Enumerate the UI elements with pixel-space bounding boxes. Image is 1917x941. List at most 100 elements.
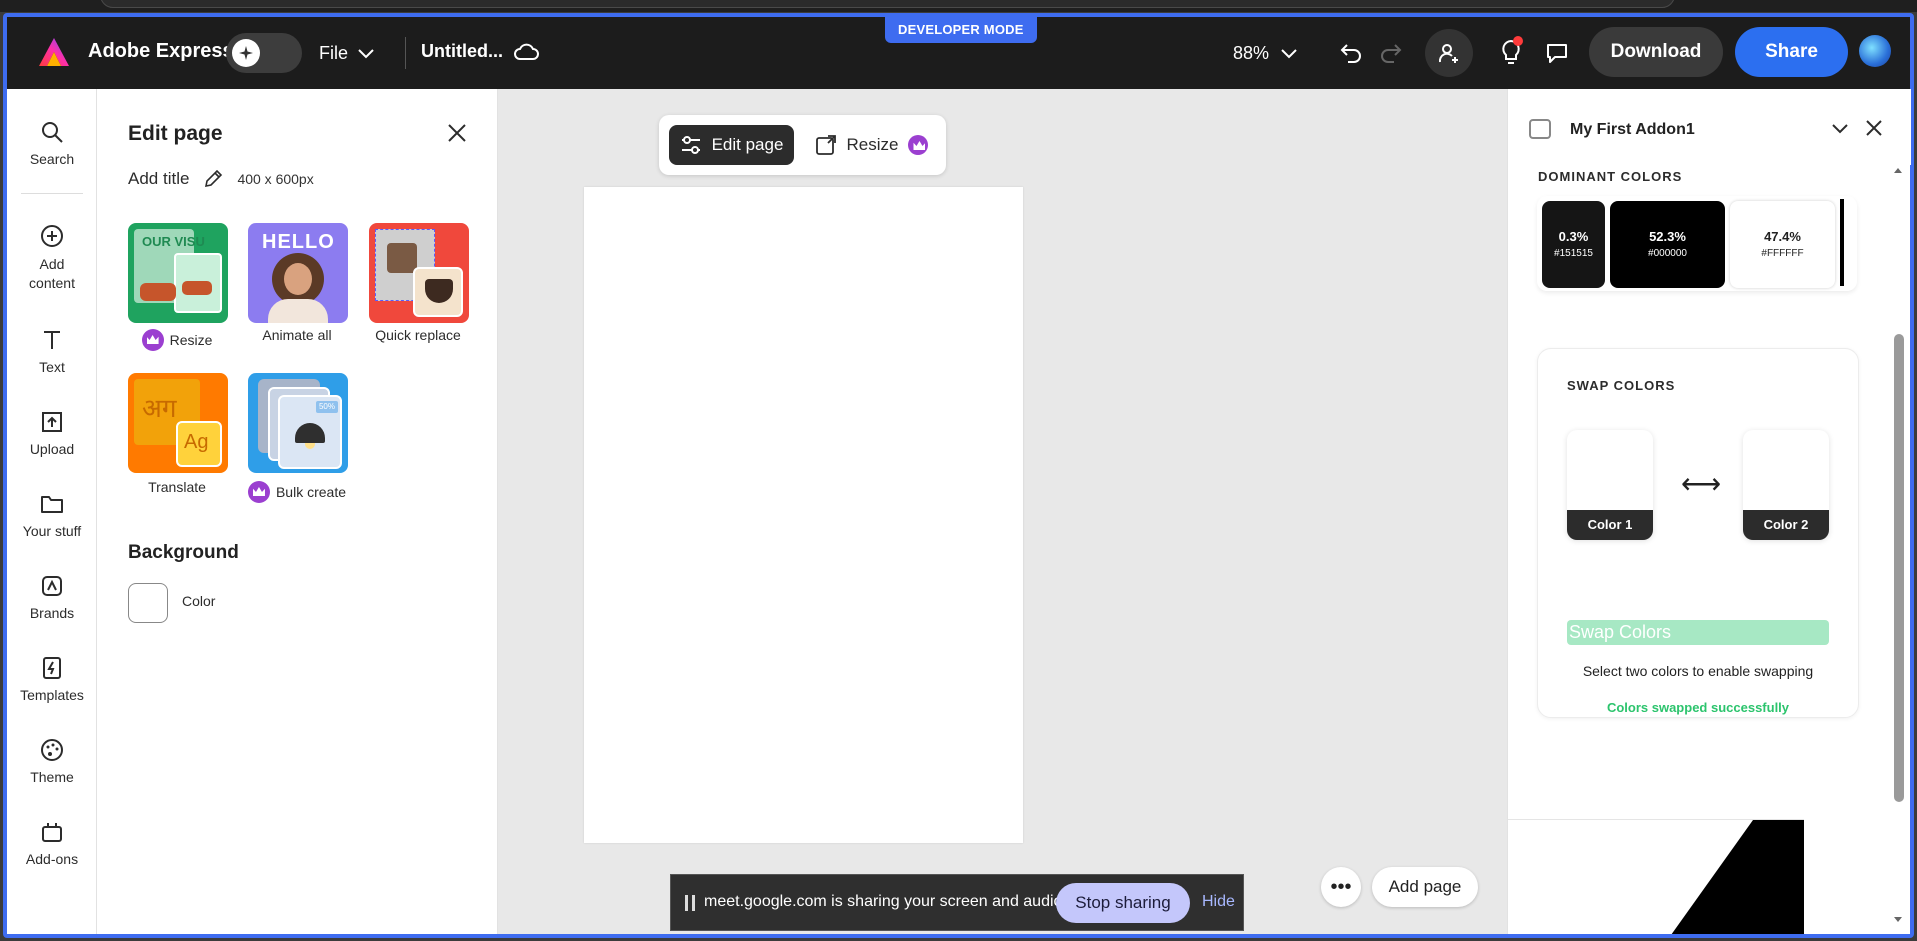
user-add-icon	[1438, 44, 1458, 63]
swap-colors-button[interactable]: Swap Colors	[1567, 620, 1829, 645]
ai-mode-toggle[interactable]	[226, 33, 302, 73]
swap-hint-text: Select two colors to enable swapping	[1582, 663, 1814, 679]
page-dimensions: 400 x 600px	[237, 171, 314, 187]
share-message: meet.google.com is sharing your screen a…	[704, 893, 1067, 910]
rail-add-content[interactable]: Add content	[7, 223, 97, 293]
premium-crown-icon	[247, 481, 270, 503]
rail-label: Theme	[30, 769, 74, 785]
templates-icon	[43, 657, 61, 679]
zoom-control[interactable]: 88%	[1233, 43, 1297, 64]
color-2-label: Color 2	[1743, 510, 1829, 540]
undo-icon[interactable]	[1337, 39, 1365, 67]
browser-address-bar[interactable]	[100, 0, 1675, 8]
chevron-down-icon[interactable]	[1829, 117, 1851, 139]
canvas-toolbar: Edit page Resize	[659, 115, 946, 175]
rail-your-stuff[interactable]: Your stuff	[7, 491, 97, 539]
dominant-colors-heading: DOMINANT COLORS	[1538, 169, 1683, 184]
design-page[interactable]	[584, 187, 1023, 843]
sparkle-icon	[232, 39, 260, 67]
preview-shape	[1671, 820, 1804, 934]
swatch-percent: 0.3%	[1558, 229, 1589, 244]
rail-label: Brands	[29, 605, 75, 621]
redo-icon[interactable]	[1377, 39, 1405, 67]
rail-text[interactable]: Text	[7, 327, 97, 375]
topbar-divider	[405, 37, 406, 69]
color-swatch[interactable]: 0.3% #151515	[1542, 201, 1605, 288]
developer-mode-badge: DEVELOPER MODE	[885, 17, 1037, 43]
add-page-button[interactable]: Add page	[1372, 867, 1478, 907]
document-title[interactable]: Untitled...	[421, 41, 539, 62]
translate-tile[interactable]: अग Ag	[128, 373, 228, 473]
edit-page-button[interactable]: Edit page	[669, 125, 794, 165]
chevron-down-icon	[1281, 48, 1297, 58]
latin-text: Ag	[184, 431, 209, 453]
search-icon	[42, 122, 63, 143]
addon-icon	[1529, 119, 1551, 139]
resize-tile-label: Resize	[107, 329, 247, 351]
quick-replace-tile[interactable]	[369, 223, 469, 323]
premium-crown-icon	[141, 329, 164, 351]
edit-page-panel: Edit page Add title 400 x 600px OUR VISU…	[97, 89, 498, 934]
close-icon[interactable]	[1863, 117, 1885, 139]
color-swatch[interactable]: 52.3% #000000	[1610, 201, 1725, 288]
resize-label: Resize	[846, 135, 899, 154]
resize-art-text: OUR VISU	[142, 234, 205, 249]
comment-icon[interactable]	[1543, 39, 1571, 67]
rail-brands[interactable]: Brands	[7, 573, 97, 621]
background-color-swatch[interactable]	[128, 583, 168, 623]
rail-add-ons[interactable]: Add-ons	[7, 819, 97, 867]
file-menu[interactable]: File	[319, 43, 374, 64]
close-icon[interactable]	[446, 122, 468, 144]
canvas-area: Edit page Resize ••• Add page meet.googl…	[498, 89, 1507, 934]
hide-button[interactable]: Hide	[1202, 893, 1235, 911]
rail-label: Your stuff	[22, 523, 82, 539]
stop-sharing-button[interactable]: Stop sharing	[1056, 883, 1190, 923]
invite-collaborators-button[interactable]	[1425, 29, 1473, 77]
lightbulb-icon[interactable]	[1495, 35, 1527, 67]
scrollbar-thumb[interactable]	[1894, 334, 1904, 802]
addon-title: My First Addon1	[1570, 121, 1695, 138]
left-rail: Search Add content Text Upload Your stuf…	[7, 89, 97, 934]
color-swatch[interactable]: 47.4% #FFFFFF	[1730, 201, 1835, 288]
swatch-percent: 52.3%	[1649, 229, 1686, 244]
avatar[interactable]	[1859, 35, 1891, 67]
resize-tile[interactable]: OUR VISU	[128, 223, 228, 323]
rail-search[interactable]: Search	[7, 119, 97, 167]
swatch-hex: #FFFFFF	[1761, 248, 1804, 259]
document-title-text: Untitled...	[421, 41, 503, 61]
download-button[interactable]: Download	[1589, 27, 1723, 77]
quick-replace-tile-label: Quick replace	[348, 327, 488, 343]
addon-panel-header: My First Addon1	[1508, 89, 1911, 165]
rail-theme[interactable]: Theme	[7, 737, 97, 785]
share-button[interactable]: Share	[1735, 27, 1848, 77]
bulk-create-tile[interactable]: 50%	[248, 373, 348, 473]
rail-label: Search	[29, 151, 75, 167]
tile-label-text: Quick replace	[375, 327, 461, 343]
cup-shape	[387, 243, 417, 273]
rail-upload[interactable]: Upload	[7, 409, 97, 457]
rail-templates[interactable]: Templates	[7, 655, 97, 703]
swap-colors-card: SWAP COLORS Color 1 ⟷ Color 2 Swap Color…	[1537, 348, 1859, 718]
color-1-picker[interactable]: Color 1	[1567, 430, 1653, 540]
premium-crown-icon	[908, 135, 929, 155]
add-title-row[interactable]: Add title 400 x 600px	[128, 169, 314, 189]
resize-icon	[815, 135, 836, 155]
sliders-icon	[681, 136, 700, 154]
swatch-hex: #151515	[1554, 248, 1593, 259]
adobe-express-logo[interactable]	[37, 36, 71, 68]
folder-icon	[41, 496, 63, 513]
edit-page-label: Edit page	[711, 135, 784, 154]
color-2-picker[interactable]: Color 2	[1743, 430, 1829, 540]
addons-icon	[42, 823, 62, 842]
swap-colors-heading: SWAP COLORS	[1567, 378, 1676, 393]
preview-image	[1508, 819, 1804, 934]
resize-button[interactable]: Resize	[809, 125, 934, 165]
animate-all-tile[interactable]: HELLO	[248, 223, 348, 323]
chevron-down-icon	[358, 48, 374, 58]
addon-panel: DOMINANT COLORS 0.3% #151515 52.3% #0000…	[1507, 89, 1911, 934]
pencil-icon[interactable]	[203, 169, 223, 189]
more-options-button[interactable]: •••	[1321, 867, 1361, 907]
dominant-colors-card: 0.3% #151515 52.3% #000000 47.4% #FFFFFF	[1537, 196, 1857, 291]
background-color-label: Color	[182, 593, 216, 609]
brand-name: Adobe Express	[88, 40, 234, 62]
